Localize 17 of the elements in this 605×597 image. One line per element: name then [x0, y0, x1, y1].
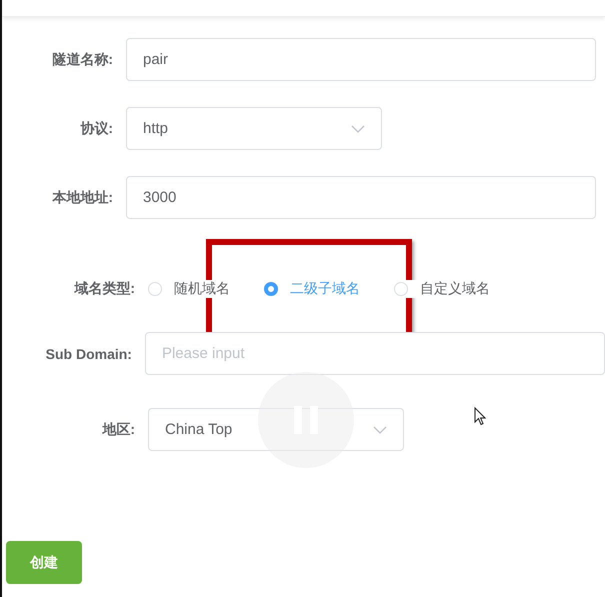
field-label: 域名类型: — [73, 280, 136, 298]
field-label: 隧道名称: — [51, 50, 114, 68]
field-label: 协议: — [79, 120, 114, 138]
caret-icon — [351, 124, 365, 132]
pause-icon[interactable] — [258, 372, 354, 468]
select-field[interactable]: http — [126, 107, 382, 150]
input-field[interactable]: pair — [126, 38, 596, 81]
field-label: 地区: — [101, 420, 136, 438]
select-field[interactable]: China Top — [148, 408, 404, 451]
input-field[interactable]: Please input — [144, 332, 605, 375]
field-label: 本地地址: — [51, 188, 114, 206]
caret-icon — [373, 426, 387, 434]
cursor-icon — [474, 407, 486, 426]
radio-option[interactable]: 自定义域名 — [394, 280, 490, 298]
input-field[interactable]: 3000 — [126, 176, 596, 219]
field-label: Sub Domain: — [44, 346, 133, 362]
radio-option[interactable]: 随机域名 — [148, 280, 230, 298]
